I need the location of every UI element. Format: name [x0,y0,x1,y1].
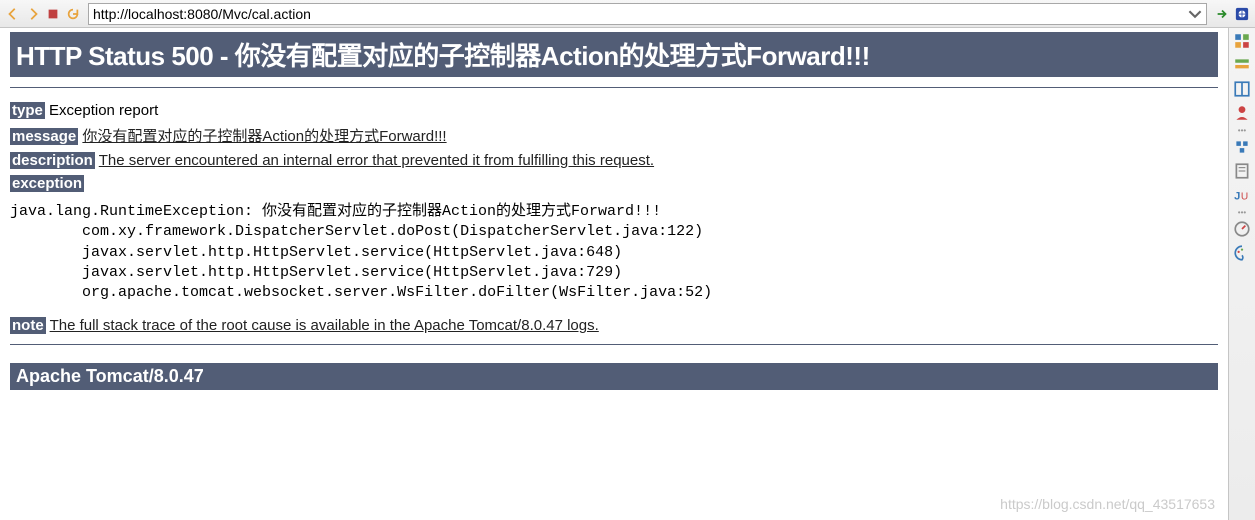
type-row: type Exception report [10,102,1218,119]
url-input[interactable] [93,6,1188,22]
exception-label: exception [10,175,84,192]
message-value: 你没有配置对应的子控制器Action的处理方式Forward!!! [82,128,446,145]
panel-separator: ••• [1233,128,1251,132]
browser-toolbar [0,0,1255,28]
stop-icon[interactable] [44,5,62,23]
junit-icon[interactable]: JU [1233,186,1251,204]
ide-right-panel: ••• JU ••• [1228,28,1255,520]
http-status-title: HTTP Status 500 - 你没有配置对应的子控制器Action的处理方… [10,32,1218,77]
note-label: note [10,317,46,334]
palette-icon[interactable] [1233,244,1251,262]
forward-icon[interactable] [24,5,42,23]
description-label: description [10,152,95,169]
back-icon[interactable] [4,5,22,23]
server-footer: Apache Tomcat/8.0.47 [10,363,1218,390]
stack-trace: java.lang.RuntimeException: 你没有配置对应的子控制器… [10,202,1218,303]
outline-icon[interactable] [1233,32,1251,50]
svg-text:U: U [1241,192,1248,203]
content-wrapper: HTTP Status 500 - 你没有配置对应的子控制器Action的处理方… [0,28,1255,520]
note-row: note The full stack trace of the root ca… [10,317,1218,334]
person-icon[interactable] [1233,104,1251,122]
db-icon[interactable] [1233,138,1251,156]
type-label: type [10,102,45,119]
browser-globe-icon[interactable] [1233,5,1251,23]
gauge-icon[interactable] [1233,220,1251,238]
exception-row: exception [10,175,1218,192]
message-row: message 你没有配置对应的子控制器Action的处理方式Forward!!… [10,125,1218,146]
note-value: The full stack trace of the root cause i… [50,317,599,334]
url-dropdown-icon[interactable] [1188,7,1202,21]
description-row: description The server encountered an in… [10,152,1218,169]
tasks-icon[interactable] [1233,56,1251,74]
message-label: message [10,128,78,145]
layout-icon[interactable] [1233,80,1251,98]
page-content: HTTP Status 500 - 你没有配置对应的子控制器Action的处理方… [0,28,1228,520]
divider [10,87,1218,88]
svg-text:J: J [1234,191,1240,203]
refresh-icon[interactable] [64,5,82,23]
go-icon[interactable] [1213,5,1231,23]
divider [10,344,1218,345]
doc-icon[interactable] [1233,162,1251,180]
type-value: Exception report [45,102,158,119]
panel-separator: ••• [1233,210,1251,214]
description-value: The server encountered an internal error… [99,152,654,169]
url-bar [88,3,1207,25]
